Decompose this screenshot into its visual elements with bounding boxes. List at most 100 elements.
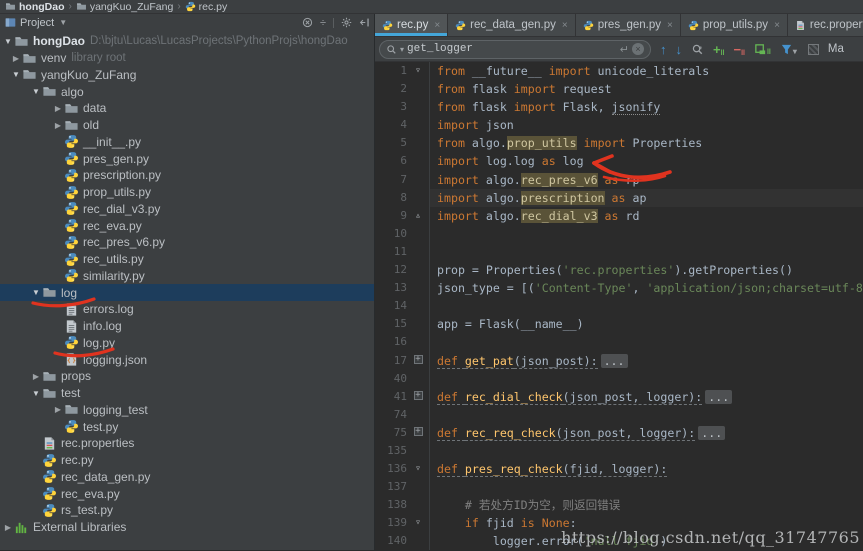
search-input[interactable] bbox=[407, 43, 617, 55]
line-number: 138 bbox=[387, 498, 407, 512]
expand-arrow-icon[interactable]: ▶ bbox=[10, 54, 22, 63]
tab-close-icon[interactable]: × bbox=[434, 20, 440, 31]
fold-gutter bbox=[407, 171, 429, 189]
search-box[interactable]: ▾ ↵ × bbox=[379, 39, 651, 59]
tree-item-rec-dial-v3-py[interactable]: rec_dial_v3.py bbox=[0, 201, 374, 218]
search-history-caret-icon[interactable]: ▾ bbox=[400, 45, 404, 54]
tree-item-similarity-py[interactable]: similarity.py bbox=[0, 268, 374, 285]
tree-item--init-py[interactable]: __init__.py bbox=[0, 134, 374, 151]
tree-item-label: rec_pres_v6.py bbox=[83, 235, 166, 250]
tree-item-prescription-py[interactable]: prescription.py bbox=[0, 167, 374, 184]
python-icon bbox=[64, 218, 79, 233]
collapse-arrow-icon[interactable]: ▼ bbox=[2, 37, 14, 46]
fold-expand-icon[interactable]: + bbox=[407, 352, 429, 370]
tree-item-log-py[interactable]: log.py bbox=[0, 335, 374, 352]
fold-collapse-icon[interactable]: ▿ bbox=[407, 460, 429, 478]
tree-item-pres-gen-py[interactable]: pres_gen.py bbox=[0, 150, 374, 167]
fold-gutter bbox=[407, 80, 429, 98]
fold-end-icon[interactable]: ▵ bbox=[407, 207, 429, 225]
tree-item-algo[interactable]: ▼ algo bbox=[0, 83, 374, 100]
breadcrumb-label: yangKuo_ZuFang bbox=[89, 0, 174, 13]
chevron-down-icon[interactable]: ▼ bbox=[59, 18, 67, 27]
fold-gutter bbox=[407, 189, 429, 207]
match-case-checkbox[interactable] bbox=[807, 43, 819, 55]
fold-expand-icon[interactable]: + bbox=[407, 388, 429, 406]
collapse-arrow-icon[interactable]: ▼ bbox=[30, 389, 42, 398]
fold-collapse-icon[interactable]: ▿ bbox=[407, 62, 429, 80]
tree-item-rec-eva-py[interactable]: rec_eva.py bbox=[0, 217, 374, 234]
tree-item-yangkuo-zufang[interactable]: ▼ yangKuo_ZuFang bbox=[0, 67, 374, 84]
select-all-occurrences-button[interactable]: ll bbox=[754, 43, 771, 56]
add-occurrence-button[interactable]: + ll bbox=[713, 42, 724, 57]
tree-item-props[interactable]: ▶ props bbox=[0, 368, 374, 385]
tab-prop-utils-py[interactable]: prop_utils.py × bbox=[680, 14, 788, 36]
tree-item-rec-data-gen-py[interactable]: rec_data_gen.py bbox=[0, 469, 374, 486]
code-text bbox=[429, 441, 863, 461]
tree-item-rec-py[interactable]: rec.py bbox=[0, 452, 374, 469]
tree-item-info-log[interactable]: info.log bbox=[0, 318, 374, 335]
breadcrumb-item[interactable]: rec.py bbox=[185, 1, 227, 13]
tree-item-venv[interactable]: ▶ venv library root bbox=[0, 50, 374, 67]
fold-expand-icon[interactable]: + bbox=[407, 424, 429, 442]
tab-pres-gen-py[interactable]: pres_gen.py × bbox=[575, 14, 681, 36]
tab-rec-data-gen-py[interactable]: rec_data_gen.py × bbox=[448, 14, 576, 36]
expand-arrow-icon[interactable]: ▶ bbox=[30, 372, 42, 381]
gear-icon[interactable] bbox=[341, 17, 352, 28]
code-editor[interactable]: 1 ▿ from __future__ import unicode_literal… bbox=[375, 62, 863, 550]
collapse-arrow-icon[interactable]: ▼ bbox=[30, 87, 42, 96]
code-line-74: 74 bbox=[375, 405, 863, 424]
tab-close-icon[interactable]: × bbox=[774, 20, 780, 31]
tree-item-rec-utils-py[interactable]: rec_utils.py bbox=[0, 251, 374, 268]
tree-item-rec-eva-py[interactable]: rec_eva.py bbox=[0, 485, 374, 502]
tab-rec-properties[interactable]: rec.properties× bbox=[787, 14, 863, 36]
tree-item-errors-log[interactable]: errors.log bbox=[0, 301, 374, 318]
next-occurrence-button[interactable]: ↓ bbox=[676, 42, 683, 57]
breadcrumb-item[interactable]: hongDao bbox=[5, 1, 65, 13]
previous-occurrence-button[interactable]: ↑ bbox=[660, 42, 667, 57]
tree-item-old[interactable]: ▶ old bbox=[0, 117, 374, 134]
tab-rec-py[interactable]: rec.py × bbox=[375, 14, 449, 36]
line-number: 75 bbox=[393, 425, 407, 439]
python-icon bbox=[42, 486, 57, 501]
expand-arrow-icon[interactable]: ▶ bbox=[52, 121, 64, 130]
tree-item-hongdao[interactable]: ▼ hongDao D:\bjtu\Lucas\LucasProjects\Pyth… bbox=[0, 33, 374, 50]
hide-panel-icon[interactable] bbox=[359, 17, 370, 28]
expand-arrow-icon[interactable]: ▶ bbox=[2, 523, 14, 532]
fold-gutter bbox=[407, 406, 429, 424]
fold-gutter bbox=[407, 261, 429, 279]
tab-close-icon[interactable]: × bbox=[667, 20, 673, 31]
line-number: 140 bbox=[387, 534, 407, 548]
newline-icon: ↵ bbox=[619, 43, 629, 56]
tab-close-icon[interactable]: × bbox=[562, 20, 568, 31]
code-line-135: 135 bbox=[375, 441, 863, 461]
tree-item-test[interactable]: ▼ test bbox=[0, 385, 374, 402]
project-panel-title[interactable]: Project bbox=[20, 17, 54, 29]
clear-search-icon[interactable]: × bbox=[632, 43, 644, 55]
tree-item-rec-properties[interactable]: rec.properties bbox=[0, 435, 374, 452]
select-opened-file-icon[interactable] bbox=[302, 17, 313, 28]
tree-item-data[interactable]: ▶ data bbox=[0, 100, 374, 117]
tree-item-logging-test[interactable]: ▶ logging_test bbox=[0, 402, 374, 419]
fold-collapse-icon[interactable]: ▿ bbox=[407, 514, 429, 532]
collapse-all-icon[interactable]: ÷ bbox=[320, 17, 326, 29]
tree-item-label: __init__.py bbox=[83, 134, 142, 149]
tree-item-rec-pres-v6-py[interactable]: rec_pres_v6.py bbox=[0, 234, 374, 251]
tree-item-rs-test-py[interactable]: rs_test.py bbox=[0, 502, 374, 519]
match-case-label[interactable]: Ma bbox=[828, 43, 844, 55]
tree-item-prop-utils-py[interactable]: prop_utils.py bbox=[0, 184, 374, 201]
tree-item-test-py[interactable]: test.py bbox=[0, 418, 374, 435]
tree-item-log[interactable]: ▼ log bbox=[0, 284, 374, 301]
tree-item-logging-json[interactable]: logging.json bbox=[0, 351, 374, 368]
find-all-icon[interactable] bbox=[691, 43, 704, 56]
code-line-4: 4 import json bbox=[375, 116, 863, 135]
expand-arrow-icon[interactable]: ▶ bbox=[52, 405, 64, 414]
collapse-arrow-icon[interactable]: ▼ bbox=[10, 70, 22, 79]
remove-occurrence-button[interactable]: − ll bbox=[733, 42, 744, 57]
code-text bbox=[429, 405, 863, 424]
tree-item-external-libraries[interactable]: ▶ External Libraries bbox=[0, 519, 374, 536]
filter-button[interactable]: ▾ bbox=[780, 43, 797, 56]
collapse-arrow-icon[interactable]: ▼ bbox=[30, 288, 42, 297]
breadcrumb-item[interactable]: yangKuo_ZuFang bbox=[76, 1, 173, 13]
code-text: from algo.prop_utils import Properties bbox=[429, 134, 863, 153]
expand-arrow-icon[interactable]: ▶ bbox=[52, 104, 64, 113]
